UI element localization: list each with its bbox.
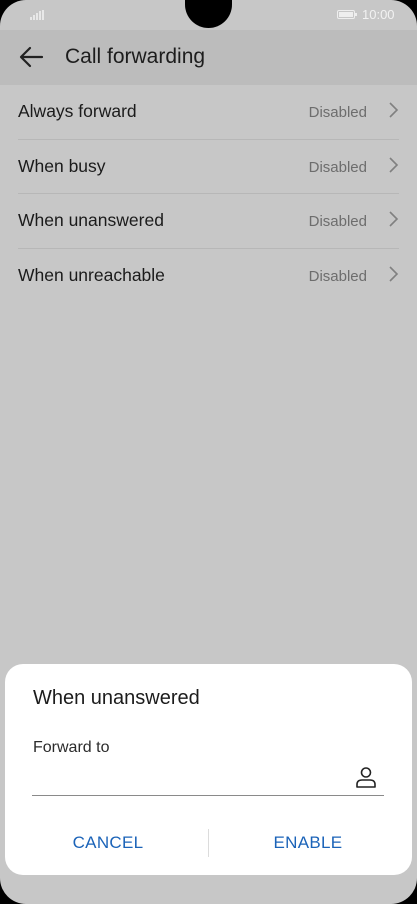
- app-toolbar: Call forwarding: [0, 30, 417, 85]
- forward-dialog: When unanswered Forward to CANCEL ENABLE: [5, 664, 412, 875]
- signal-icon: [30, 10, 46, 20]
- forward-to-input[interactable]: [32, 760, 352, 794]
- list-item-status: Disabled: [308, 267, 367, 285]
- list-item-when-unreachable[interactable]: When unreachable Disabled: [18, 249, 399, 303]
- enable-button[interactable]: ENABLE: [208, 827, 408, 859]
- list-item-label: When busy: [18, 155, 106, 176]
- status-bar: 10:00: [0, 0, 417, 30]
- list-item-status: Disabled: [308, 158, 367, 176]
- list-item-always-forward[interactable]: Always forward Disabled: [18, 85, 399, 140]
- dialog-title: When unanswered: [33, 687, 200, 709]
- chevron-right-icon: [389, 265, 399, 282]
- back-button[interactable]: [16, 42, 48, 74]
- cancel-button[interactable]: CANCEL: [8, 827, 208, 859]
- list-item-when-busy[interactable]: When busy Disabled: [18, 140, 399, 194]
- list-item-label: Always forward: [18, 101, 137, 121]
- list-item-status: Disabled: [308, 104, 367, 121]
- chevron-right-icon: [389, 102, 399, 118]
- contact-picker-icon[interactable]: [354, 765, 378, 789]
- list-item-label: When unanswered: [18, 210, 164, 230]
- list-item-status: Disabled: [308, 213, 367, 230]
- input-underline: [32, 795, 384, 796]
- list-item-when-unanswered[interactable]: When unanswered Disabled: [18, 194, 399, 249]
- back-arrow-icon: [19, 46, 44, 68]
- phone-screen: 10:00 Call forwarding Always forward Dis…: [0, 0, 417, 904]
- chevron-right-icon: [389, 156, 399, 173]
- status-time: 10:00: [362, 7, 395, 22]
- forwarding-list: Always forward Disabled When busy Disabl…: [0, 85, 417, 302]
- battery-icon: [337, 10, 357, 19]
- camera-notch: [185, 0, 232, 28]
- chevron-right-icon: [389, 211, 399, 227]
- forward-to-label: Forward to: [33, 739, 110, 756]
- navigation-bar: [0, 875, 417, 904]
- page-title: Call forwarding: [65, 45, 206, 68]
- list-item-label: When unreachable: [18, 264, 165, 285]
